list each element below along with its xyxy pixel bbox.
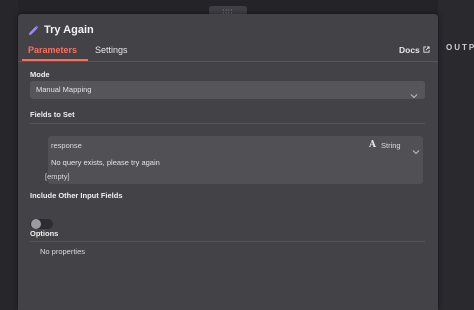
field-value-input[interactable]: No query exists, please try again xyxy=(51,158,160,167)
mode-label: Mode xyxy=(30,70,50,79)
canvas-left-edge xyxy=(0,0,18,310)
tabs-divider xyxy=(18,61,438,62)
include-other-fields-label: Include Other Input Fields xyxy=(30,191,123,200)
toggle-knob xyxy=(31,219,41,229)
node-title[interactable]: Try Again xyxy=(44,24,94,36)
fields-to-set-label: Fields to Set xyxy=(30,110,75,119)
options-label: Options xyxy=(30,229,59,238)
no-properties-text: No properties xyxy=(40,247,86,256)
string-type-icon: A xyxy=(369,140,376,150)
fields-divider xyxy=(30,123,425,124)
external-link-icon xyxy=(420,45,430,55)
node-parameters-panel: Try Again Parameters Settings Docs Mode … xyxy=(18,14,438,310)
output-panel-label: OUTPU xyxy=(446,43,474,52)
pencil-icon xyxy=(28,25,39,36)
chevron-down-icon xyxy=(410,86,418,104)
field-assignment-row[interactable]: response A String No query exists, pleas… xyxy=(48,136,423,184)
tab-settings[interactable]: Settings xyxy=(95,45,128,55)
field-name-input[interactable]: response xyxy=(51,141,82,150)
panel-tabs: Parameters Settings Docs xyxy=(18,44,438,62)
field-type-select[interactable]: A String xyxy=(369,140,401,150)
mode-select[interactable]: Manual Mapping xyxy=(30,81,425,99)
docs-label: Docs xyxy=(399,45,420,55)
chevron-down-icon xyxy=(412,142,420,160)
node-title-row[interactable]: Try Again xyxy=(28,24,94,36)
tab-parameters[interactable]: Parameters xyxy=(28,45,77,55)
options-divider xyxy=(30,241,425,242)
include-other-fields-toggle[interactable] xyxy=(30,219,53,229)
field-empty-note: [empty] xyxy=(45,172,70,181)
mode-select-value: Manual Mapping xyxy=(36,85,92,94)
field-type-value: String xyxy=(380,140,401,150)
docs-link[interactable]: Docs xyxy=(399,45,430,55)
